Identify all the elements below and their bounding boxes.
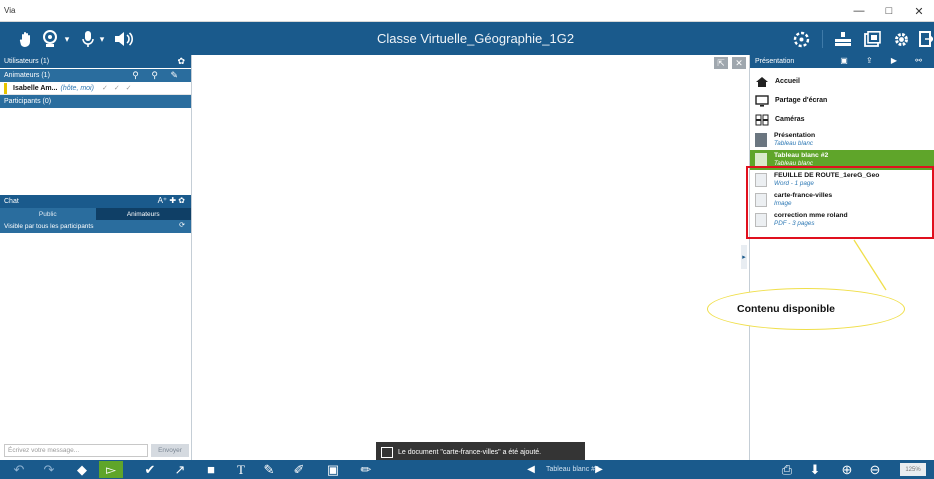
documents-icon[interactable] (861, 28, 883, 50)
participants-header-label: Participants (0) (4, 98, 52, 105)
chat-refresh-icon[interactable]: ⟳ (179, 221, 185, 229)
top-bar: ▾ ▾ Classe Virtuelle_Géographie_1G2 (0, 22, 934, 55)
collapse-right-panel-icon[interactable]: ▸ (741, 245, 747, 269)
check-tool-icon[interactable]: ✔ (141, 462, 159, 477)
content-item-screen-share[interactable]: Partage d'écran (750, 91, 934, 110)
board-controls: ⇱ ✕ (714, 57, 746, 69)
chat-header-label: Chat (4, 198, 19, 205)
content-item-home[interactable]: Accueil (750, 72, 934, 91)
presentation-header-label: Présentation (755, 58, 795, 65)
rectangle-tool-icon[interactable]: ■ (202, 462, 220, 477)
highlighter-tool-icon[interactable]: ✐ (290, 462, 308, 477)
chat-tabs: Public Animateurs (0, 208, 191, 220)
document-added-icon (381, 446, 393, 458)
users-section-header[interactable]: Utilisateurs (1) ✿ (0, 55, 191, 68)
presentation-header: Présentation ▣ ⇪ ▶ ⚯ (750, 55, 934, 68)
download-icon[interactable]: ⬇ (806, 462, 824, 477)
chat-visibility-bar: Visible par tous les participants ⟳ (0, 220, 191, 233)
monitor-icon (755, 94, 769, 107)
redo-icon[interactable]: ↷ (40, 462, 58, 477)
whiteboard[interactable]: ⇱ ✕ (193, 55, 748, 460)
doc-text: Présentation Tableau blanc (774, 132, 815, 148)
chat-header-icons[interactable]: A⁺ ✚ ✿ (158, 196, 185, 205)
user-name: Isabelle Am... (13, 84, 58, 92)
speaker-icon[interactable] (113, 28, 135, 50)
presentation-toolbar-icons[interactable]: ▣ ⇪ ▶ ⚯ (840, 56, 930, 65)
animators-header-label: Animateurs (1) (4, 72, 50, 79)
close-window-button[interactable]: ✕ (904, 0, 934, 22)
toast-text: Le document "carte-france-villes" a été … (398, 448, 542, 456)
current-page-label: Tableau blanc #2 (546, 466, 599, 473)
right-panel: Présentation ▣ ⇪ ▶ ⚯ Accueil Partage d'é… (749, 55, 934, 460)
doc-item-presentation[interactable]: Présentation Tableau blanc (750, 130, 934, 150)
host-indicator (4, 82, 7, 94)
select-tool-icon[interactable]: ▻ (99, 461, 123, 478)
pointer-tool-icon[interactable]: ✏ (357, 462, 375, 477)
webcam-dropdown-icon[interactable]: ▾ (62, 28, 72, 50)
gear-icon[interactable] (890, 28, 912, 50)
maximize-button[interactable]: □ (874, 0, 904, 22)
webcam-icon[interactable] (39, 28, 61, 50)
zoom-in-icon[interactable]: ⊕ (838, 462, 856, 477)
user-role: (hôte, moi) (60, 84, 94, 92)
print-icon[interactable]: ⎙ (778, 462, 796, 477)
raise-hand-icon[interactable] (16, 28, 36, 50)
next-page-icon[interactable]: ▶ (593, 462, 605, 477)
user-permission-checks[interactable]: ✓✓✓ (102, 84, 138, 92)
whiteboard-icon (755, 133, 767, 147)
animators-header: Animateurs (1) ⚲ ⚲ ✎ (0, 69, 191, 82)
session-title: Classe Virtuelle_Géographie_1G2 (377, 31, 575, 46)
content-item-cameras[interactable]: Caméras (750, 110, 934, 129)
arrow-tool-icon[interactable]: ↗ (171, 462, 189, 477)
text-tool-icon[interactable]: T (232, 462, 250, 477)
cameras-icon (755, 114, 769, 126)
microphone-dropdown-icon[interactable]: ▾ (97, 28, 107, 50)
callout-pointer-line (853, 239, 887, 291)
users-header-label: Utilisateurs (1) (4, 58, 50, 65)
exit-icon[interactable] (918, 28, 934, 50)
bottom-toolbar: ↶ ↷ ◆ ▻ ✔ ↗ ■ T ✎ ✐ ▣ ✏ ◀ Tableau blanc … (0, 460, 934, 479)
settings-wheel-icon[interactable] (790, 28, 812, 50)
content-item-label: Partage d'écran (775, 97, 828, 104)
doc-subtitle: Tableau blanc (774, 140, 813, 147)
app-title: Via (4, 6, 16, 15)
close-board-icon[interactable]: ✕ (732, 57, 746, 69)
content-item-label: Caméras (775, 116, 805, 123)
doc-title: Présentation (774, 132, 816, 139)
available-content-highlight (746, 166, 934, 239)
undo-icon[interactable]: ↶ (10, 462, 28, 477)
eraser-icon[interactable]: ◆ (73, 462, 91, 477)
user-row[interactable]: Isabelle Am... (hôte, moi) ✓✓✓ (0, 82, 191, 95)
toast-notification: Le document "carte-france-villes" a été … (376, 442, 585, 462)
chat-section-header[interactable]: Chat A⁺ ✚ ✿ (0, 195, 191, 208)
image-tool-icon[interactable]: ▣ (324, 462, 342, 477)
layout-icon[interactable] (832, 28, 854, 50)
pen-tool-icon[interactable]: ✎ (260, 462, 278, 477)
restore-board-icon[interactable]: ⇱ (714, 57, 728, 69)
window-titlebar: Via — □ ✕ (0, 0, 934, 22)
chat-visibility-label: Visible par tous les participants (4, 223, 94, 230)
tab-animators[interactable]: Animateurs (95, 208, 191, 220)
send-button[interactable]: Envoyer (151, 444, 189, 457)
participants-header: Participants (0) (0, 95, 191, 108)
microphone-icon[interactable] (80, 28, 96, 50)
annotation-text: Contenu disponible (737, 303, 835, 315)
left-panel: Utilisateurs (1) ✿ Animateurs (1) ⚲ ⚲ ✎ … (0, 55, 192, 460)
home-icon (755, 76, 769, 88)
toolbar-divider (822, 30, 823, 48)
window-controls: — □ ✕ (844, 0, 934, 22)
zoom-out-icon[interactable]: ⊖ (866, 462, 884, 477)
minimize-button[interactable]: — (844, 0, 874, 22)
animator-media-icons[interactable]: ⚲ ⚲ ✎ (132, 70, 183, 81)
previous-page-icon[interactable]: ◀ (525, 462, 537, 477)
users-settings-gear-icon[interactable]: ✿ (177, 56, 185, 67)
annotation-callout: Contenu disponible (707, 288, 905, 330)
zoom-select[interactable]: 125% (900, 463, 926, 476)
content-item-label: Accueil (775, 78, 800, 85)
doc-title: Tableau blanc #2 (774, 152, 829, 159)
chat-message-input[interactable]: Écrivez votre message... (4, 444, 148, 457)
tab-public[interactable]: Public (0, 208, 96, 220)
whiteboard-icon (755, 153, 767, 167)
